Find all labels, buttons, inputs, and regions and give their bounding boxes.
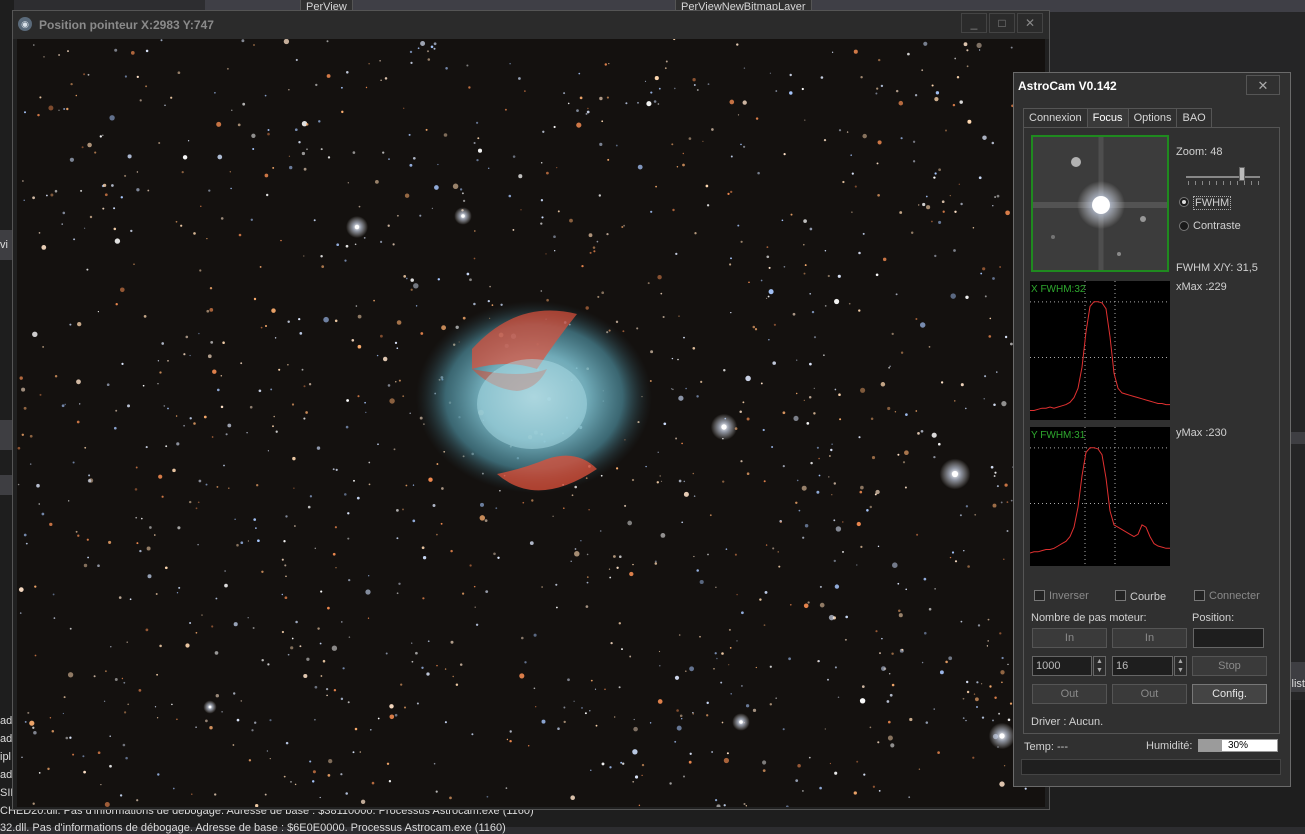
x-profile-graph: X FWHM:32 [1030,281,1170,420]
x-fwhm-label: X FWHM:32 [1031,284,1086,295]
app-icon: ◉ [18,17,32,31]
tab-connexion[interactable]: Connexion [1023,108,1088,127]
astrocam-status-bar [1021,759,1281,775]
steps-input-2[interactable]: 16 [1112,656,1173,676]
connecter-label: Connecter [1209,590,1260,602]
temperature-readout: Temp: --- [1024,741,1068,753]
inverser-label: Inverser [1049,590,1089,602]
log-line: 32.dll. Pas d'informations de débogage. … [0,822,506,834]
courbe-label: Courbe [1130,591,1167,603]
xmax-readout: xMax :229 [1176,281,1227,293]
steps-spinner-2[interactable]: ▲ ▼ [1174,656,1187,676]
profile-curve [1030,301,1170,411]
ymax-readout: yMax :230 [1176,427,1227,439]
close-button[interactable]: ✕ [1017,13,1043,33]
starfield-image [17,39,1045,807]
zoom-slider-tick [1202,181,1203,185]
fwhm-radio-label[interactable]: FWHM [1193,196,1232,210]
zoom-slider-tick [1188,181,1189,185]
courbe-checkbox[interactable] [1115,590,1126,601]
in-button-large[interactable]: In [1032,628,1107,648]
driver-status: Driver : Aucun. [1031,716,1104,728]
pointer-position-title: Position pointeur X:2983 Y:747 [39,18,214,32]
position-field[interactable] [1193,628,1264,648]
astro-image-canvas[interactable] [17,39,1045,807]
zoom-slider-tick [1237,181,1238,185]
connecter-checkbox[interactable] [1194,590,1205,601]
contraste-radio-label[interactable]: Contraste [1193,220,1241,232]
zoom-slider-tick [1244,181,1245,185]
zoom-slider-tick [1223,181,1224,185]
zoom-slider-tick [1258,181,1259,185]
zoom-slider-tick [1195,181,1196,185]
humidity-label: Humidité: [1146,740,1193,752]
nebula [416,301,652,493]
zoom-slider-tick [1216,181,1217,185]
astrocam-close-button[interactable]: ✕ [1246,75,1280,95]
zoom-slider-tick [1230,181,1231,185]
log-line: ipl [0,751,12,763]
log-line: ad [0,769,13,781]
zoom-slider-thumb[interactable] [1238,167,1245,181]
config-button[interactable]: Config. [1192,684,1267,704]
steps-input-1[interactable]: 1000 [1032,656,1092,676]
humidity-bar: 30% [1198,739,1278,752]
star-zoom-preview [1031,135,1169,272]
zoom-slider-tick [1209,181,1210,185]
log-line: ad [0,715,13,727]
image-viewer-window: ◉ Position pointeur X:2983 Y:747 _ □ ✕ [12,10,1050,810]
maximize-button[interactable]: □ [989,13,1015,33]
contraste-radio[interactable] [1179,221,1189,231]
astrocam-titlebar[interactable]: AstroCam V0.142 ✕ [1014,73,1290,99]
out-button-large[interactable]: Out [1032,684,1107,704]
position-label: Position: [1192,612,1235,624]
zoom-slider-tick [1251,181,1252,185]
star-zoom-image [1033,137,1167,270]
steps-label: Nombre de pas moteur: [1031,612,1147,624]
in-button-small[interactable]: In [1112,628,1187,648]
fwhm-radio[interactable] [1179,197,1189,207]
steps-spinner-1[interactable]: ▲ ▼ [1093,656,1106,676]
zoom-slider-track[interactable] [1186,176,1260,178]
profile-curve [1029,447,1170,554]
zoom-label: Zoom: 48 [1176,146,1223,158]
astrocam-tabs: Connexion Focus Options BAO [1023,108,1212,127]
tab-bao[interactable]: BAO [1176,108,1212,127]
stop-button[interactable]: Stop [1192,656,1267,676]
minimize-button[interactable]: _ [961,13,987,33]
image-viewer-titlebar[interactable]: ◉ Position pointeur X:2983 Y:747 _ □ ✕ [13,11,1049,39]
inverser-checkbox[interactable] [1034,590,1045,601]
astrocam-title: AstroCam V0.142 [1018,79,1117,93]
tab-focus[interactable]: Focus [1086,108,1129,127]
y-fwhm-label: Y FWHM:31 [1031,430,1086,441]
y-profile-graph: Y FWHM:31 [1029,427,1170,566]
humidity-value: 30% [1227,740,1248,751]
out-button-small[interactable]: Out [1112,684,1187,704]
fwhm-xy-readout: FWHM X/Y: 31,5 [1176,262,1258,274]
tab-options[interactable]: Options [1127,108,1178,127]
log-line: ad [0,733,13,745]
